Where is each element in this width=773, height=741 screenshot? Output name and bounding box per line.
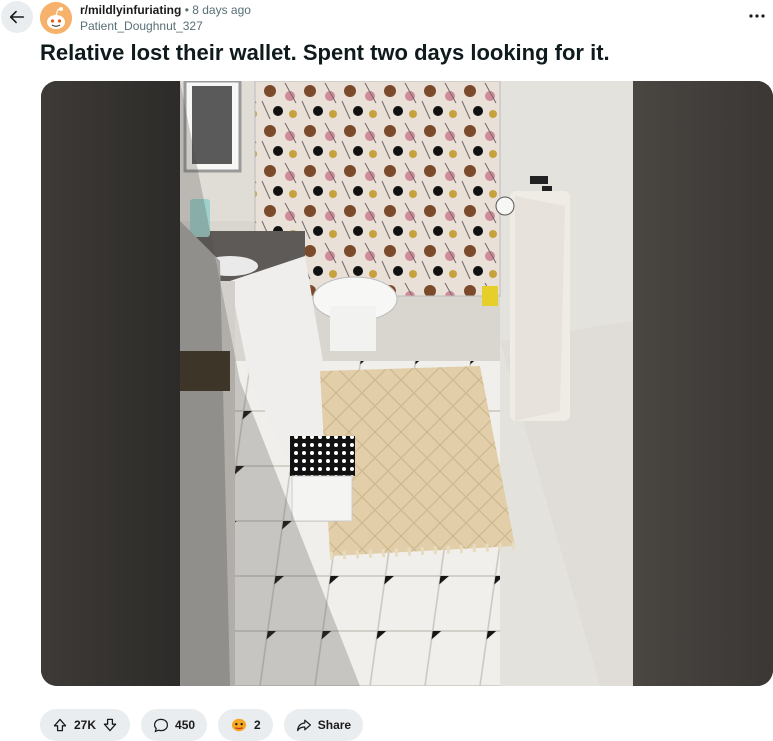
subreddit-avatar[interactable] bbox=[40, 2, 72, 34]
post-timestamp: 8 days ago bbox=[192, 3, 251, 17]
image-blur-left bbox=[41, 81, 181, 686]
award-button[interactable]: 2 bbox=[218, 709, 273, 741]
share-button[interactable]: Share bbox=[283, 709, 364, 741]
upvote-count: 27K bbox=[74, 718, 97, 732]
author-link[interactable]: Patient_Doughnut_327 bbox=[80, 19, 203, 33]
award-icon bbox=[231, 718, 247, 732]
downvote-arrow-icon[interactable] bbox=[102, 717, 118, 733]
post-actions: 27K 450 2 Share bbox=[40, 709, 364, 741]
more-options-button[interactable] bbox=[743, 2, 771, 30]
more-horizontal-icon bbox=[749, 14, 765, 18]
vote-pill: 27K bbox=[40, 709, 131, 741]
arrow-left-icon bbox=[9, 10, 25, 24]
bathroom-photo bbox=[180, 81, 633, 686]
comments-button[interactable]: 450 bbox=[141, 709, 208, 741]
share-arrow-icon bbox=[296, 719, 311, 732]
post-title[interactable]: Relative lost their wallet. Spent two da… bbox=[40, 39, 610, 67]
back-button[interactable] bbox=[1, 1, 33, 33]
post-image[interactable] bbox=[41, 81, 773, 686]
snoo-avatar-icon bbox=[40, 2, 72, 34]
meta-separator: • bbox=[184, 3, 189, 17]
award-count: 2 bbox=[254, 718, 261, 732]
post-meta: r/mildlyinfuriating • 8 days ago bbox=[80, 3, 251, 17]
image-blur-right bbox=[633, 81, 773, 686]
share-label: Share bbox=[317, 718, 352, 732]
subreddit-link[interactable]: r/mildlyinfuriating bbox=[80, 3, 181, 17]
comment-bubble-icon bbox=[154, 718, 169, 733]
upvote-arrow-icon[interactable] bbox=[52, 717, 68, 733]
comment-count: 450 bbox=[175, 718, 196, 732]
